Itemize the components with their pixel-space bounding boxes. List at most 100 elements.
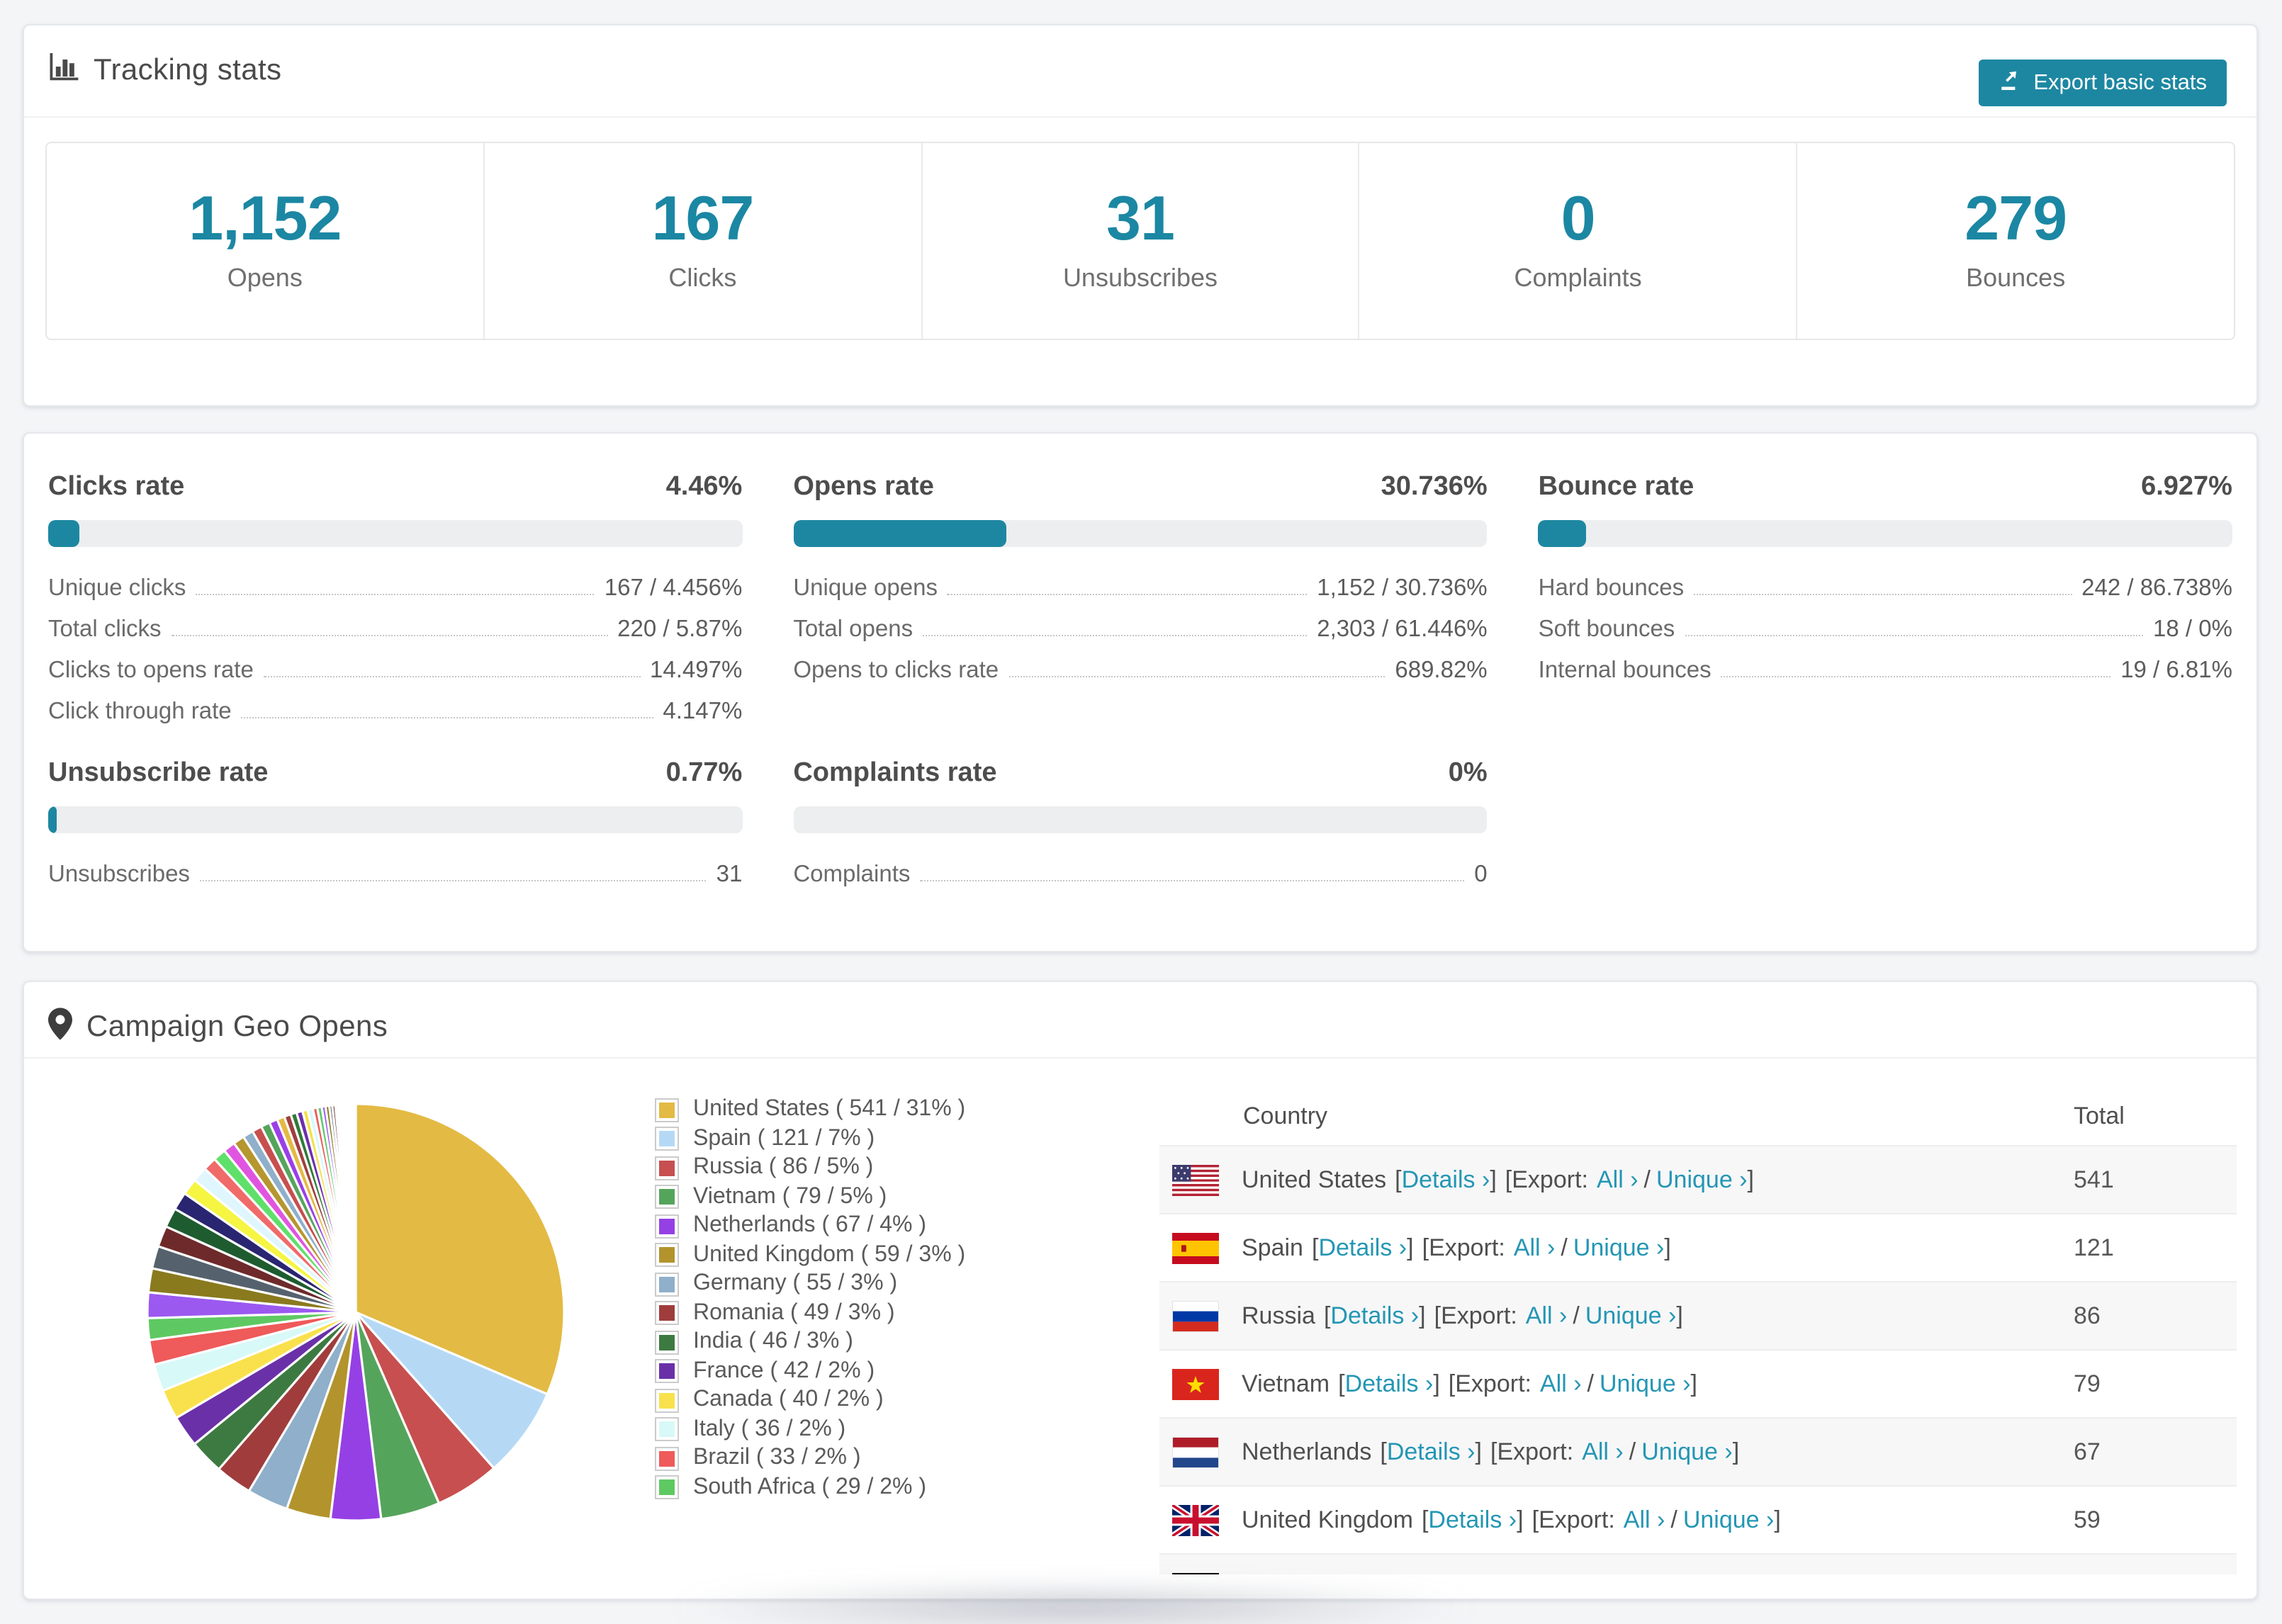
details-link[interactable]: Details › — [1330, 1302, 1419, 1329]
country-name: United States — [1242, 1166, 1387, 1192]
bracket: ] — [1490, 1166, 1497, 1192]
legend-item[interactable]: United States ( 541 / 31% ) — [655, 1095, 1165, 1124]
legend-label: Spain ( 121 / 7% ) — [693, 1126, 875, 1151]
metric-value: 689.82% — [1395, 658, 1488, 683]
legend-item[interactable]: India ( 46 / 3% ) — [655, 1328, 1165, 1357]
geo-table-row-netherlands: Netherlands [Details ›] [Export: All › / Uniq… — [1159, 1417, 2237, 1485]
unsubscribes-label: Unsubscribes — [1062, 264, 1218, 292]
legend-label: Vietnam ( 79 / 5% ) — [693, 1184, 887, 1209]
legend-swatch — [655, 1417, 679, 1442]
details-link[interactable]: Details › — [1387, 1438, 1476, 1465]
legend-item[interactable]: Brazil ( 33 / 2% ) — [655, 1444, 1165, 1473]
bracket: [ — [1422, 1234, 1429, 1261]
country-name: Vietnam — [1242, 1370, 1330, 1397]
bracket: ] — [1664, 1234, 1671, 1261]
dotted-leader — [1008, 676, 1386, 677]
export-all-link[interactable]: All › — [1540, 1370, 1582, 1397]
bottom-widget-shadow — [663, 1587, 1485, 1624]
complaints-rate-block: Complaints rate 0% Complaints 0 — [793, 758, 1488, 903]
page-title: Tracking stats — [48, 26, 281, 116]
export-label: Export: — [1497, 1438, 1574, 1465]
legend-item[interactable]: United Kingdom ( 59 / 3% ) — [655, 1241, 1165, 1270]
rates-card: Clicks rate 4.46% Unique clicks 167 / 4.4… — [23, 432, 2258, 952]
export-all-link[interactable]: All › — [1582, 1438, 1624, 1465]
geo-header: Campaign Geo Opens — [24, 982, 2256, 1059]
campaign-geo-opens-card: Campaign Geo Opens United States ( 541 /… — [23, 981, 2258, 1600]
metric-label: Opens to clicks rate — [793, 658, 999, 683]
legend-label: United Kingdom ( 59 / 3% ) — [693, 1242, 966, 1267]
details-link[interactable]: Details › — [1428, 1506, 1517, 1533]
legend-item[interactable]: South Africa ( 29 / 2% ) — [655, 1473, 1165, 1502]
complaints-label: Complaints — [1514, 264, 1642, 292]
us-flag-icon — [1172, 1164, 1219, 1195]
metric-label: Complaints — [793, 862, 911, 887]
export-all-link[interactable]: All › — [1624, 1506, 1665, 1533]
export-unique-link[interactable]: Unique › — [1573, 1234, 1665, 1261]
stat-bounces: 279 Bounces — [1797, 143, 2234, 339]
metric-label: Unique opens — [793, 575, 938, 601]
export-unique-link[interactable]: Unique › — [1585, 1302, 1677, 1329]
export-unique-link[interactable]: Unique › — [1683, 1506, 1775, 1533]
metric-label: Clicks to opens rate — [48, 658, 254, 683]
geo-opens-pie-chart — [143, 1100, 568, 1525]
legend-item[interactable]: Canada ( 40 / 2% ) — [655, 1386, 1165, 1415]
export-unique-link[interactable]: Unique › — [1641, 1438, 1733, 1465]
map-pin-icon — [48, 1007, 72, 1048]
legend-label: Romania ( 49 / 3% ) — [693, 1300, 895, 1325]
legend-item[interactable]: Vietnam ( 79 / 5% ) — [655, 1183, 1165, 1212]
country-column-header: Country — [1243, 1102, 1328, 1129]
geo-table-row-russia: Russia [Details ›] [Export: All › / Unique ›]… — [1159, 1281, 2237, 1349]
legend-swatch — [655, 1388, 679, 1413]
stat-opens: 1,152 Opens — [47, 143, 485, 339]
country-total: 79 — [2074, 1370, 2101, 1397]
legend-item[interactable]: France ( 42 / 2% ) — [655, 1357, 1165, 1386]
details-link[interactable]: Details › — [1345, 1370, 1434, 1397]
legend-item[interactable]: Russia ( 86 / 5% ) — [655, 1154, 1165, 1183]
export-all-link[interactable]: All › — [1597, 1166, 1639, 1192]
metric-label: Click through rate — [48, 699, 232, 724]
unsubscribe-rate-title: Unsubscribe rate — [48, 758, 269, 788]
details-link[interactable]: Details › — [1402, 1166, 1490, 1192]
bounce-rate-block: Bounce rate 6.927% Hard bounces 242 / 86.… — [1538, 472, 2232, 740]
legend-swatch — [655, 1156, 679, 1180]
clicks-rate-progressbar — [48, 520, 743, 547]
geo-table-header: Country Total — [1159, 1087, 2237, 1145]
metric-value: 19 / 6.81% — [2120, 658, 2232, 683]
metric-value: 0 — [1474, 862, 1488, 887]
pie-legend: United States ( 541 / 31% ) Spain ( 121 … — [655, 1095, 1165, 1502]
slash: / — [1561, 1234, 1568, 1261]
legend-item[interactable]: Germany ( 55 / 3% ) — [655, 1270, 1165, 1299]
dotted-leader — [196, 594, 595, 595]
export-unique-link[interactable]: Unique › — [1600, 1370, 1691, 1397]
tracking-stats-header: Tracking stats Export basic stats — [24, 26, 2256, 118]
legend-swatch — [655, 1272, 679, 1297]
country-total: 67 — [2074, 1438, 2101, 1465]
bracket: [ — [1505, 1166, 1512, 1192]
export-label: Export: — [1512, 1166, 1588, 1192]
dotted-leader — [1721, 676, 2111, 677]
clicks-rate-block: Clicks rate 4.46% Unique clicks 167 / 4.4… — [48, 472, 743, 740]
export-all-link[interactable]: All › — [1514, 1234, 1556, 1261]
dotted-leader — [1694, 594, 2072, 595]
legend-item[interactable]: Netherlands ( 67 / 4% ) — [655, 1212, 1165, 1241]
clicks-count: 167 — [651, 184, 754, 254]
geo-table-row-germany-partial: Germany[Details ›][Export:All ›/Unique ›… — [1159, 1553, 2237, 1574]
legend-item[interactable]: Spain ( 121 / 7% ) — [655, 1124, 1165, 1154]
legend-item[interactable]: Italy ( 36 / 2% ) — [655, 1415, 1165, 1444]
export-unique-link[interactable]: Unique › — [1656, 1166, 1748, 1192]
metric-value: 18 / 0% — [2153, 616, 2232, 642]
dotted-leader — [920, 880, 1465, 881]
bounces-label: Bounces — [1966, 264, 2066, 292]
complaints-rate-title: Complaints rate — [793, 758, 997, 788]
country-name: United Kingdom — [1242, 1506, 1413, 1533]
export-basic-stats-button[interactable]: Export basic stats — [1978, 60, 2227, 106]
legend-item[interactable]: Romania ( 49 / 3% ) — [655, 1299, 1165, 1328]
export-all-link[interactable]: All › — [1526, 1302, 1568, 1329]
details-link[interactable]: Details › — [1318, 1234, 1407, 1261]
export-button-label: Export basic stats — [2033, 70, 2207, 94]
germany-flag-icon — [1172, 1572, 1219, 1574]
legend-label: France ( 42 / 2% ) — [693, 1358, 875, 1383]
legend-swatch — [655, 1446, 679, 1471]
dotted-leader — [171, 635, 608, 636]
geo-table-row-united-states: United States [Details ›] [Export: All › / Un… — [1159, 1145, 2237, 1213]
